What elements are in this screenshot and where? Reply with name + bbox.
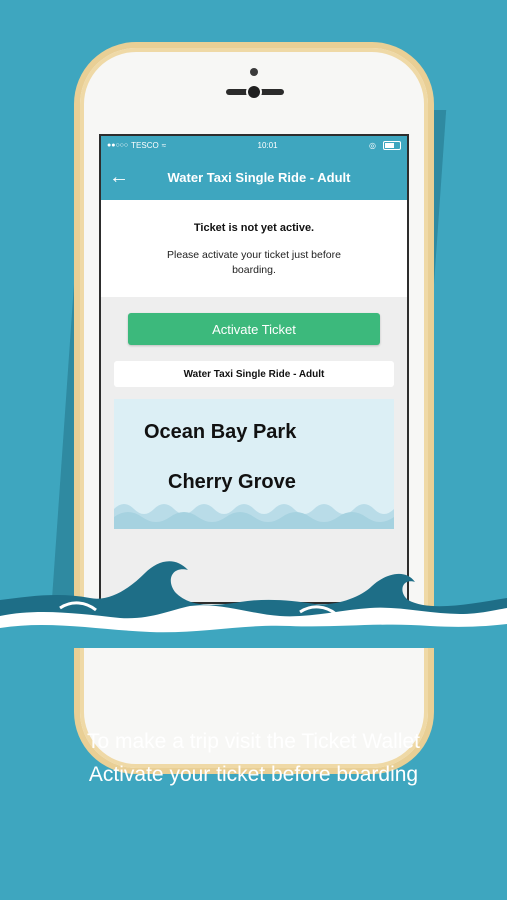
carrier-label: TESCO [131,140,159,150]
ticket-status-message: Please activate your ticket just before … [167,249,341,276]
status-left: ●●○○○ TESCO ≈ [107,141,166,150]
ticket-waves-graphic [114,504,394,530]
location-icon: ◎ [369,140,376,150]
page-title: Water Taxi Single Ride - Adult [167,169,351,185]
ticket-status-title: Ticket is not yet active. [193,222,315,234]
ocean-waves-graphic [0,561,507,648]
phone-screen: ●●○○○ TESCO ≈ 10:01 ◎ ← Water Taxi Singl… [99,134,409,604]
caption-line-2: Activate your ticket before boarding [88,763,419,786]
status-bar: ●●○○○ TESCO ≈ 10:01 ◎ [101,136,407,154]
camera-dot [250,68,258,76]
caption-line-1: To make a trip visit the Ticket Wallet [87,730,420,753]
activate-ticket-button[interactable]: Activate Ticket [128,313,380,346]
nav-bar: ← Water Taxi Single Ride - Adult [101,154,407,200]
caption: To make a trip visit the Ticket Wallet A… [0,725,507,791]
ticket-visual: Ocean Bay Park Cherry Grove [114,399,394,530]
origin-stop: Ocean Bay Park [144,421,297,444]
signal-icon: ●●○○○ [107,141,129,149]
ticket-name-label: Water Taxi Single Ride - Adult [114,361,394,388]
ticket-status-card: Ticket is not yet active. Please activat… [101,200,407,298]
status-time: 10:01 [257,140,278,150]
wifi-icon: ≈ [161,140,167,150]
front-camera [248,86,260,98]
status-right: ◎ [369,140,401,150]
battery-icon [382,140,401,150]
